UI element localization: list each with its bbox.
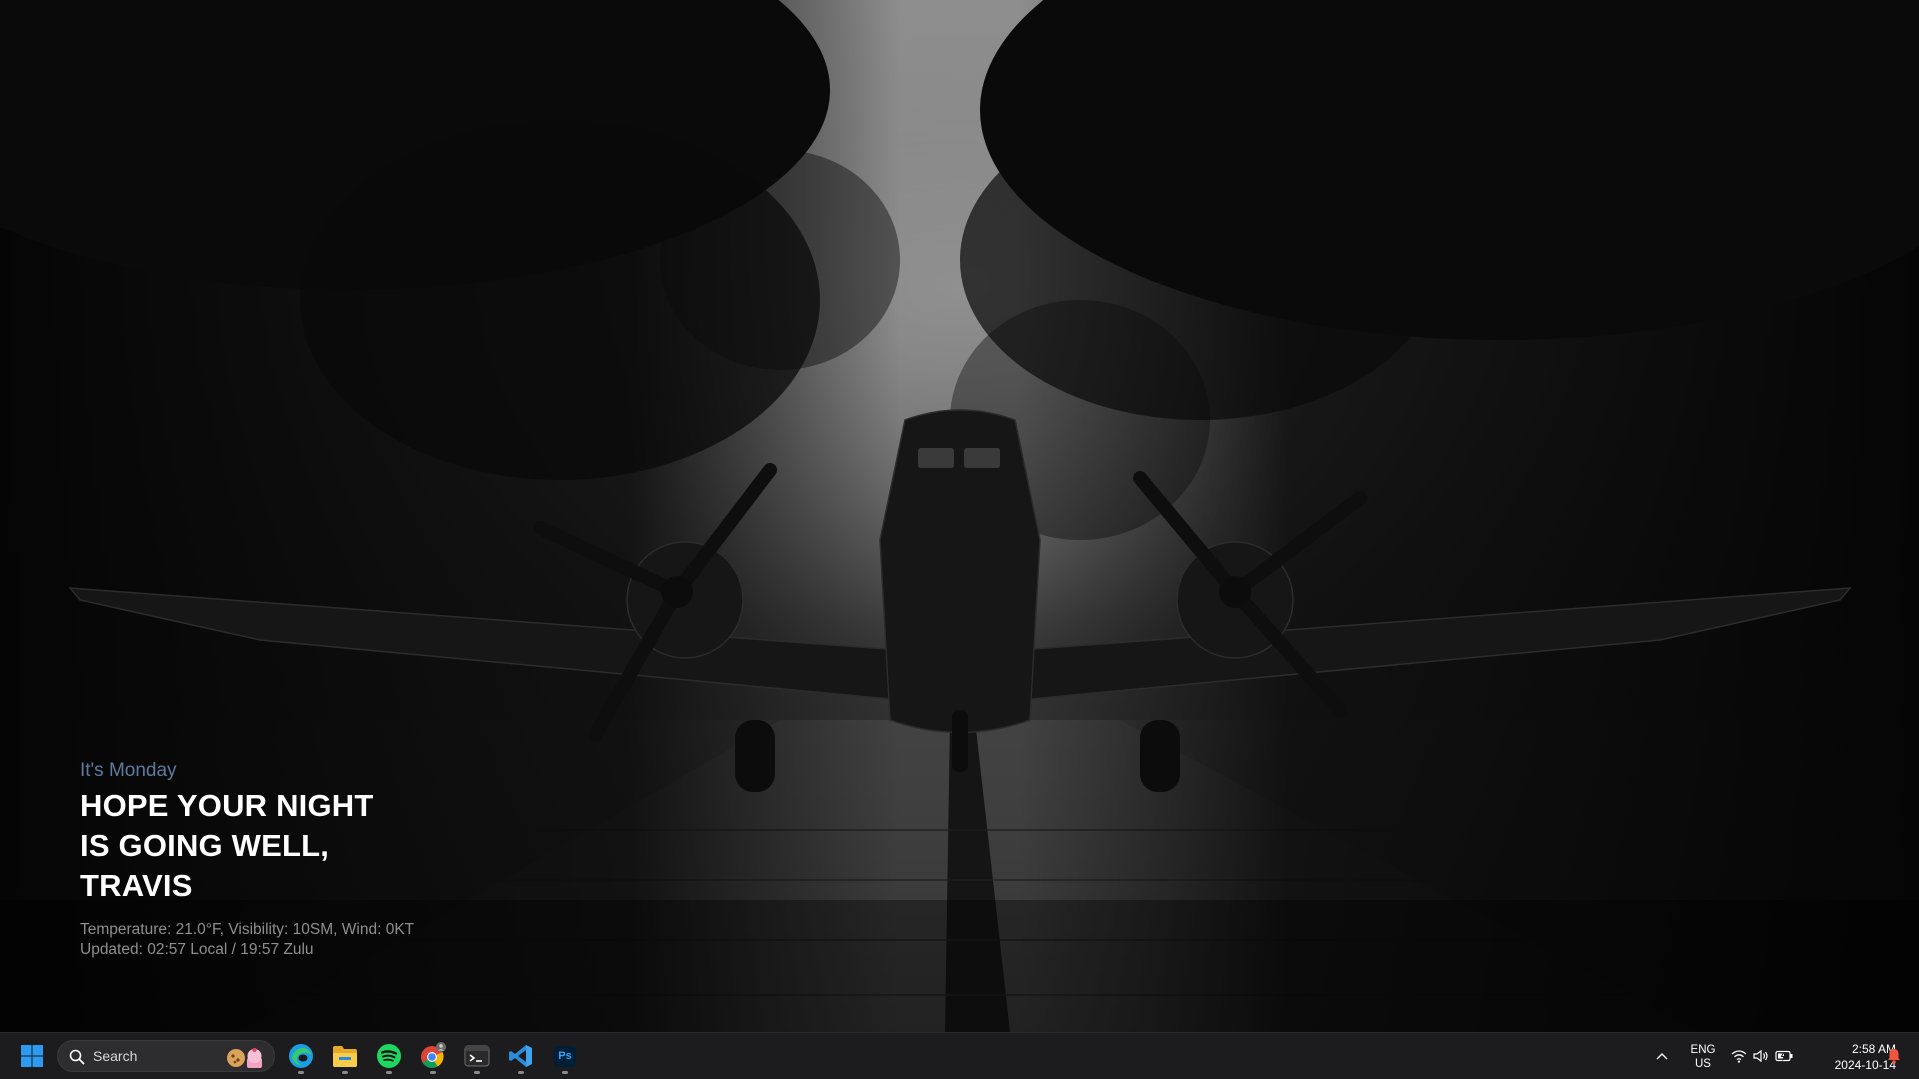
taskbar-app-file-explorer[interactable] — [326, 1037, 364, 1075]
running-indicator — [386, 1071, 392, 1074]
day-label: It's Monday — [80, 760, 177, 781]
greeting-line-3: TRAVIS — [80, 868, 193, 903]
chevron-up-icon — [1656, 1053, 1668, 1060]
taskbar-app-chrome[interactable] — [414, 1037, 452, 1075]
greeting-line-1: HOPE YOUR NIGHT — [80, 788, 374, 823]
edge-icon — [289, 1044, 313, 1068]
language-indicator[interactable]: ENG US — [1682, 1043, 1724, 1071]
language-code: ENG — [1690, 1044, 1716, 1056]
weather-updated: Updated: 02:57 Local / 19:57 Zulu — [80, 941, 314, 958]
search-highlight-icon — [227, 1048, 262, 1068]
vscode-icon — [509, 1045, 532, 1067]
running-indicator — [474, 1071, 480, 1074]
greeting-line-2: IS GOING WELL, — [80, 828, 330, 863]
language-region: US — [1695, 1058, 1711, 1070]
taskbar-app-spotify[interactable] — [370, 1037, 408, 1075]
search-label: Search — [93, 1048, 138, 1064]
running-indicator — [518, 1071, 524, 1074]
terminal-icon — [464, 1045, 490, 1067]
chrome-icon — [421, 1042, 446, 1068]
taskbar-app-edge[interactable] — [282, 1037, 320, 1075]
wifi-icon — [1731, 1050, 1747, 1063]
taskbar-app-terminal[interactable] — [458, 1037, 496, 1075]
volume-icon — [1753, 1049, 1768, 1063]
notification-bell-icon — [1888, 1049, 1900, 1064]
running-indicator — [430, 1071, 436, 1074]
greeting-headline: HOPE YOUR NIGHT IS GOING WELL, TRAVIS — [80, 786, 500, 906]
show-hidden-icons-button[interactable] — [1646, 1037, 1678, 1075]
windows-logo-icon — [21, 1045, 43, 1067]
search-icon — [69, 1049, 85, 1065]
taskbar-app-photoshop[interactable]: Ps — [546, 1037, 584, 1075]
quick-settings-button[interactable] — [1730, 1037, 1794, 1075]
taskbar-app-vscode[interactable] — [502, 1037, 540, 1075]
notification-button[interactable] — [1878, 1037, 1910, 1075]
photoshop-icon: Ps — [554, 1045, 576, 1067]
greeting-widget: It's Monday HOPE YOUR NIGHT IS GOING WEL… — [80, 760, 500, 960]
taskbar: Search Ps ENG US 2:58 AM 2024-10-14 — [0, 1032, 1919, 1079]
running-indicator — [562, 1071, 568, 1074]
running-indicator — [298, 1071, 304, 1074]
weather-conditions: Temperature: 21.0°F, Visibility: 10SM, W… — [80, 921, 415, 938]
photoshop-icon-label: Ps — [558, 1050, 572, 1062]
start-button[interactable] — [13, 1037, 51, 1075]
spotify-icon — [377, 1044, 401, 1068]
taskbar-search-box[interactable]: Search — [57, 1040, 275, 1072]
running-indicator — [342, 1071, 348, 1074]
battery-icon — [1775, 1050, 1793, 1062]
weather-info: Temperature: 21.0°F, Visibility: 10SM, W… — [80, 920, 500, 960]
folder-icon — [333, 1046, 357, 1067]
